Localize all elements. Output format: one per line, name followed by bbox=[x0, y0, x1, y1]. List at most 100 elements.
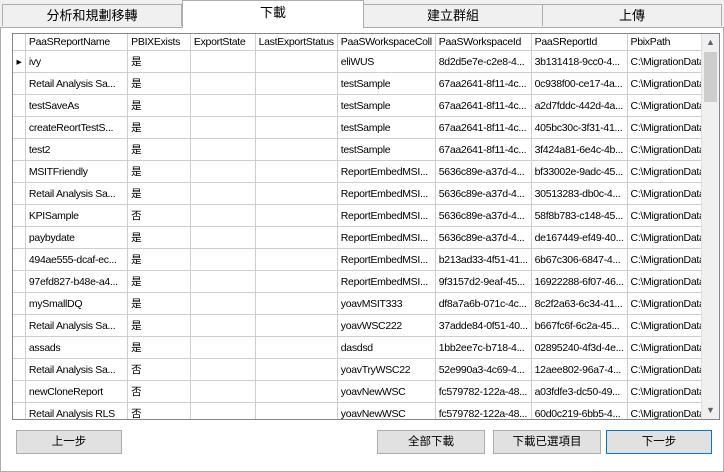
grid-cell[interactable] bbox=[190, 248, 256, 271]
grid-cell[interactable]: yoavNewWSC bbox=[337, 402, 436, 419]
grid-cell[interactable]: 否 bbox=[127, 402, 191, 419]
grid-cell[interactable]: 9f3157d2-9eaf-45... bbox=[435, 270, 532, 293]
grid-cell[interactable] bbox=[190, 402, 256, 419]
table-row[interactable]: 97efd827-b48e-a4... 是 ReportEmbedMSI... 9f3… bbox=[13, 270, 719, 293]
grid-cell[interactable]: Retail Analysis Sa... bbox=[25, 72, 129, 95]
grid-cell[interactable] bbox=[190, 204, 256, 227]
grid-cell[interactable]: ReportEmbedMSI... bbox=[337, 270, 436, 293]
grid-cell[interactable]: 5636c89e-a37d-4... bbox=[435, 204, 532, 227]
grid-cell[interactable] bbox=[190, 116, 256, 139]
grid-cell[interactable]: 3f424a81-6e4c-4b... bbox=[531, 138, 628, 161]
grid-cell[interactable]: 否 bbox=[127, 358, 191, 381]
scroll-up-icon[interactable]: ▲ bbox=[702, 34, 719, 51]
grid-cell[interactable]: 是 bbox=[127, 94, 191, 117]
grid-cell[interactable]: 97efd827-b48e-a4... bbox=[25, 270, 129, 293]
row-header[interactable]: ▸ bbox=[13, 50, 26, 73]
grid-cell[interactable]: 52e990a3-4c69-4... bbox=[435, 358, 532, 381]
grid-cell[interactable] bbox=[255, 116, 338, 139]
column-header[interactable]: PaaSReportName bbox=[25, 34, 129, 51]
grid-cell[interactable]: eliWUS bbox=[337, 50, 436, 73]
row-header[interactable] bbox=[13, 226, 26, 249]
row-header[interactable] bbox=[13, 336, 26, 359]
table-row[interactable]: test2 是 testSample 67aa2641-8f11-4c... 3f424… bbox=[13, 138, 719, 161]
table-row[interactable]: MSITFriendly 是 ReportEmbedMSI... 5636c89e-a… bbox=[13, 160, 719, 183]
grid-cell[interactable]: 是 bbox=[127, 270, 191, 293]
grid-cell[interactable]: 是 bbox=[127, 292, 191, 315]
grid-cell[interactable]: newCloneReport bbox=[25, 380, 129, 403]
table-row[interactable]: testSaveAs 是 testSample 67aa2641-8f11-4c...… bbox=[13, 94, 719, 117]
column-header[interactable]: PaaSWorkspaceColl bbox=[337, 34, 436, 51]
row-header[interactable] bbox=[13, 72, 26, 95]
grid-cell[interactable]: 是 bbox=[127, 182, 191, 205]
row-header[interactable] bbox=[13, 138, 26, 161]
grid-cell[interactable]: 02895240-4f3d-4e... bbox=[531, 336, 628, 359]
grid-cell[interactable]: 1bb2ee7c-b718-4... bbox=[435, 336, 532, 359]
grid-cell[interactable] bbox=[190, 138, 256, 161]
grid-cell[interactable] bbox=[255, 50, 338, 73]
row-header[interactable] bbox=[13, 182, 26, 205]
grid-cell[interactable]: 405bc30c-3f31-41... bbox=[531, 116, 628, 139]
grid-cell[interactable] bbox=[255, 72, 338, 95]
row-header[interactable] bbox=[13, 116, 26, 139]
grid-cell[interactable]: 是 bbox=[127, 248, 191, 271]
table-row[interactable]: ▸ ivy 是 eliWUS 8d2d5e7e-c2e8-4... 3b131418-9c… bbox=[13, 50, 719, 73]
grid-cell[interactable] bbox=[255, 270, 338, 293]
column-header[interactable]: PaaSReportId bbox=[531, 34, 628, 51]
grid-cell[interactable]: 12aee802-96a7-4... bbox=[531, 358, 628, 381]
table-row[interactable]: newCloneReport 否 yoavNewWSC fc579782-122a-4… bbox=[13, 380, 719, 403]
grid-cell[interactable]: dasdsd bbox=[337, 336, 436, 359]
table-row[interactable]: mySmallDQ 是 yoavMSIT333 df8a7a6b-071c-4c...… bbox=[13, 292, 719, 315]
next-button[interactable]: 下一步 bbox=[606, 430, 712, 454]
grid-cell[interactable] bbox=[255, 292, 338, 315]
grid-cell[interactable] bbox=[190, 94, 256, 117]
grid-cell[interactable]: paybydate bbox=[25, 226, 129, 249]
grid-cell[interactable]: fc579782-122a-48... bbox=[435, 380, 532, 403]
grid-cell[interactable]: yoavMSIT333 bbox=[337, 292, 436, 315]
grid-cell[interactable]: testSample bbox=[337, 72, 436, 95]
grid-cell[interactable]: mySmallDQ bbox=[25, 292, 129, 315]
grid-cell[interactable] bbox=[255, 160, 338, 183]
grid-cell[interactable]: a03fdfe3-dc50-49... bbox=[531, 380, 628, 403]
grid-cell[interactable]: Retail Analysis Sa... bbox=[25, 358, 129, 381]
table-row[interactable]: assads 是 dasdsd 1bb2ee7c-b718-4... 02895240-… bbox=[13, 336, 719, 359]
grid-cell[interactable]: 否 bbox=[127, 380, 191, 403]
grid-cell[interactable]: 3b131418-9cc0-4... bbox=[531, 50, 628, 73]
grid-cell[interactable] bbox=[190, 358, 256, 381]
table-row[interactable]: createReortTestS... 是 testSample 67aa2641-8… bbox=[13, 116, 719, 139]
scroll-down-icon[interactable]: ▼ bbox=[702, 402, 719, 419]
grid-cell[interactable]: 是 bbox=[127, 72, 191, 95]
grid-cell[interactable]: 0c938f00-ce17-4a... bbox=[531, 72, 628, 95]
row-header[interactable] bbox=[13, 358, 26, 381]
grid-cell[interactable]: 67aa2641-8f11-4c... bbox=[435, 94, 532, 117]
row-header[interactable] bbox=[13, 94, 26, 117]
table-row[interactable]: Retail Analysis Sa... 是 yoavWSC222 37adde84… bbox=[13, 314, 719, 337]
grid-cell[interactable] bbox=[255, 358, 338, 381]
row-header[interactable] bbox=[13, 402, 26, 419]
grid-cell[interactable]: 58f8b783-c148-45... bbox=[531, 204, 628, 227]
grid-cell[interactable] bbox=[255, 138, 338, 161]
table-row[interactable]: KPISample 否 ReportEmbedMSI... 5636c89e-a37d… bbox=[13, 204, 719, 227]
grid-cell[interactable] bbox=[190, 182, 256, 205]
grid-cell[interactable]: 37adde84-0f51-40... bbox=[435, 314, 532, 337]
back-button[interactable]: 上一步 bbox=[16, 430, 122, 454]
grid-cell[interactable]: de167449-ef49-40... bbox=[531, 226, 628, 249]
grid-cell[interactable]: 67aa2641-8f11-4c... bbox=[435, 72, 532, 95]
grid-cell[interactable]: 494ae555-dcaf-ec... bbox=[25, 248, 129, 271]
grid-cell[interactable]: df8a7a6b-071c-4c... bbox=[435, 292, 532, 315]
grid-cell[interactable] bbox=[190, 226, 256, 249]
grid-cell[interactable] bbox=[255, 182, 338, 205]
grid-cell[interactable]: 5636c89e-a37d-4... bbox=[435, 160, 532, 183]
grid-cell[interactable]: createReortTestS... bbox=[25, 116, 129, 139]
grid-cell[interactable]: yoavNewWSC bbox=[337, 380, 436, 403]
table-row[interactable]: Retail Analysis Sa... 是 ReportEmbedMSI... 5… bbox=[13, 182, 719, 205]
grid-cell[interactable]: 是 bbox=[127, 226, 191, 249]
grid-cell[interactable] bbox=[190, 292, 256, 315]
grid-cell[interactable]: ReportEmbedMSI... bbox=[337, 204, 436, 227]
download-selected-button[interactable]: 下載已選項目 bbox=[493, 430, 601, 454]
grid-cell[interactable]: 67aa2641-8f11-4c... bbox=[435, 138, 532, 161]
grid-cell[interactable]: testSample bbox=[337, 116, 436, 139]
grid-cell[interactable]: 16922288-6f07-46... bbox=[531, 270, 628, 293]
grid-cell[interactable]: 67aa2641-8f11-4c... bbox=[435, 116, 532, 139]
column-header[interactable]: PBIXExists bbox=[127, 34, 191, 51]
grid-cell[interactable]: testSample bbox=[337, 94, 436, 117]
